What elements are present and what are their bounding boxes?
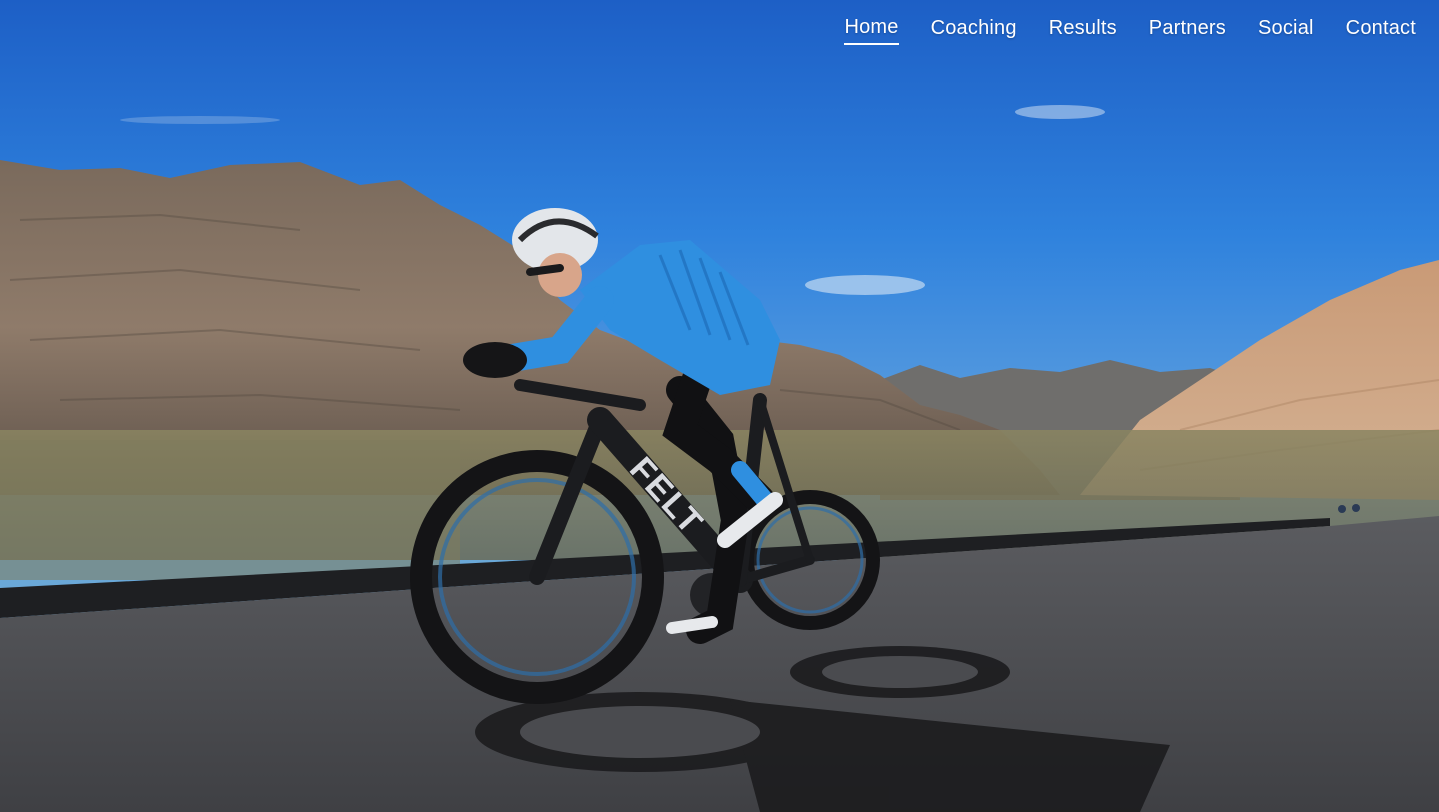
nav-link-home[interactable]: Home — [844, 16, 899, 45]
nav-link-social[interactable]: Social — [1258, 17, 1314, 44]
main-navigation: Home Coaching Results Partners Social Co… — [844, 16, 1416, 45]
nav-link-partners[interactable]: Partners — [1149, 17, 1226, 44]
hero-banner: FELT Home Coaching Results Partners Soci… — [0, 0, 1439, 812]
nav-link-coaching[interactable]: Coaching — [931, 17, 1017, 44]
nav-link-results[interactable]: Results — [1049, 17, 1117, 44]
nav-link-contact[interactable]: Contact — [1346, 17, 1416, 44]
hero-photo-cyclist: FELT — [0, 0, 1439, 812]
